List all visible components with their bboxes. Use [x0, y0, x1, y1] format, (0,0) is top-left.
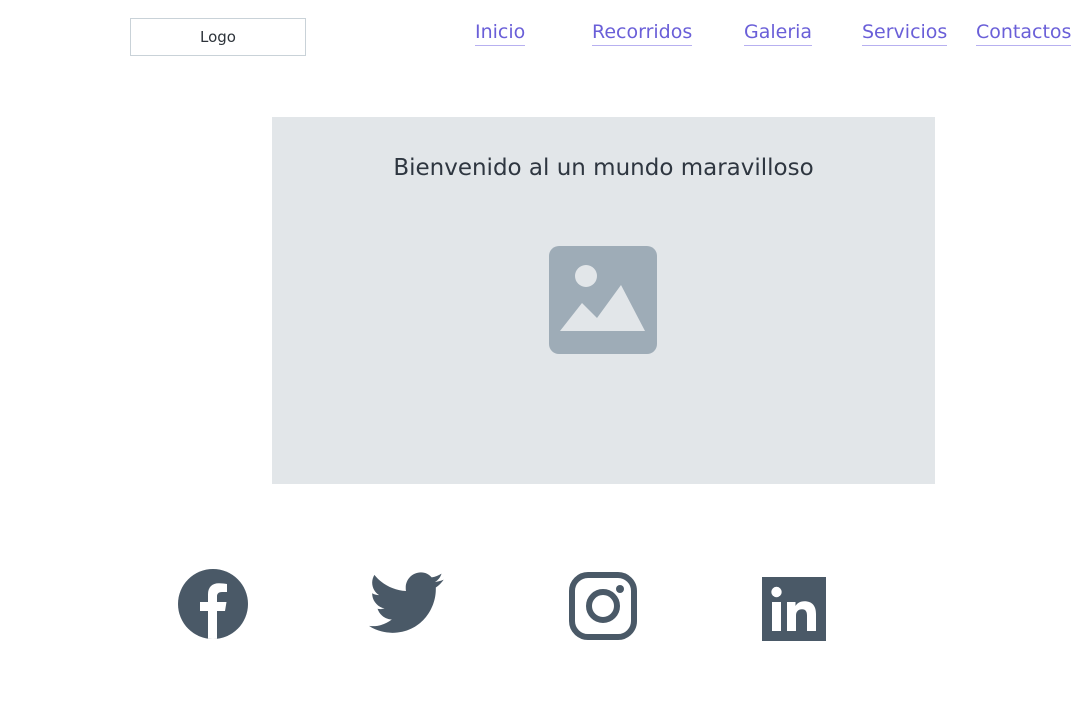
linkedin-icon[interactable] [762, 577, 826, 641]
hero-banner: Bienvenido al un mundo maravilloso [272, 117, 935, 484]
nav-link-galeria[interactable]: Galeria [744, 20, 813, 46]
nav-link-servicios[interactable]: Servicios [862, 20, 948, 46]
image-placeholder-icon [549, 246, 657, 354]
facebook-icon[interactable] [178, 569, 248, 639]
instagram-icon[interactable] [569, 572, 637, 640]
hero-title: Bienvenido al un mundo maravilloso [393, 155, 814, 181]
logo[interactable]: Logo [130, 18, 306, 56]
nav-link-recorridos[interactable]: Recorridos [592, 20, 693, 46]
nav-link-contactos[interactable]: Contactos [976, 20, 1072, 46]
nav-link-inicio[interactable]: Inicio [475, 20, 526, 46]
twitter-icon[interactable] [369, 572, 445, 636]
logo-label: Logo [200, 28, 236, 46]
